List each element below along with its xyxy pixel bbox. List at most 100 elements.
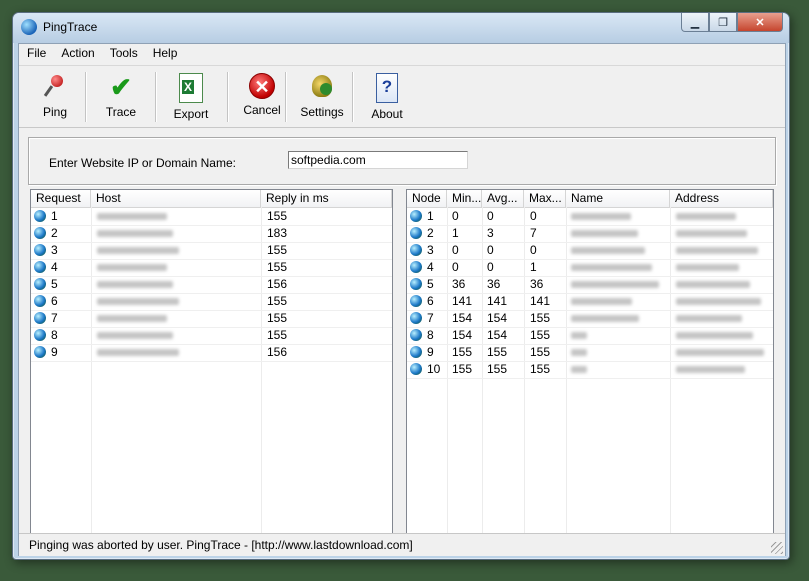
redacted-host: [97, 315, 167, 322]
ping-table-row[interactable]: 1 155: [31, 208, 392, 226]
redacted-host: [97, 349, 179, 356]
trace-table-row[interactable]: 8 154 154 155: [407, 327, 773, 345]
avg-ms: 154: [487, 311, 508, 325]
target-input-panel: Enter Website IP or Domain Name:: [28, 137, 776, 185]
globe-icon: [410, 227, 422, 239]
trace-button[interactable]: ✔ Trace: [93, 67, 149, 125]
title-bar[interactable]: PingTrace ▁ ❐ ✕: [13, 13, 789, 43]
redacted-name: [571, 315, 639, 322]
trace-table-row[interactable]: 9 155 155 155: [407, 344, 773, 362]
ping-button[interactable]: Ping: [33, 67, 77, 125]
toolbar-separator: [352, 72, 354, 122]
node-number: 2: [427, 226, 434, 240]
ping-table-row[interactable]: 6 155: [31, 293, 392, 311]
trace-table-row[interactable]: 5 36 36 36: [407, 276, 773, 294]
menu-file[interactable]: File: [19, 44, 53, 64]
checkmark-icon: ✔: [110, 72, 132, 102]
excel-export-icon: [179, 73, 203, 103]
column-header-node[interactable]: Node: [407, 190, 447, 207]
column-header-request[interactable]: Request: [31, 190, 91, 207]
trace-table-row[interactable]: 10 155 155 155: [407, 361, 773, 379]
menu-tools[interactable]: Tools: [102, 44, 145, 64]
menu-action[interactable]: Action: [53, 44, 101, 64]
redacted-host: [97, 230, 173, 237]
ping-table-row[interactable]: 7 155: [31, 310, 392, 328]
reply-ms: 155: [267, 209, 288, 223]
redacted-name: [571, 298, 632, 305]
reply-ms: 156: [267, 345, 288, 359]
app-globe-icon: [21, 19, 37, 35]
trace-table-row[interactable]: 3 0 0 0: [407, 242, 773, 260]
globe-icon: [410, 329, 422, 341]
minimize-button[interactable]: ▁: [681, 13, 709, 32]
node-number: 8: [427, 328, 434, 342]
menu-help[interactable]: Help: [145, 44, 185, 64]
request-number: 3: [51, 243, 58, 257]
request-number: 5: [51, 277, 58, 291]
min-ms: 154: [452, 311, 473, 325]
settings-button-label: Settings: [300, 105, 344, 119]
request-number: 7: [51, 311, 58, 325]
request-number: 1: [51, 209, 58, 223]
settings-icon: [308, 73, 336, 101]
avg-ms: 155: [487, 345, 508, 359]
help-question-icon: ?: [376, 73, 398, 103]
column-header-host[interactable]: Host: [91, 190, 261, 207]
redacted-address: [676, 315, 742, 322]
toolbar-separator: [155, 72, 157, 122]
export-button[interactable]: Export: [162, 67, 220, 125]
ping-table-row[interactable]: 8 155: [31, 327, 392, 345]
close-button[interactable]: ✕: [737, 13, 783, 32]
trace-table-row[interactable]: 7 154 154 155: [407, 310, 773, 328]
ping-table-row[interactable]: 3 155: [31, 242, 392, 260]
redacted-host: [97, 281, 173, 288]
settings-button[interactable]: Settings: [291, 67, 353, 125]
redacted-name: [571, 230, 638, 237]
ping-results-list[interactable]: Request Host Reply in ms 1 155 2 183 3 155 4 15…: [30, 189, 393, 538]
cancel-button[interactable]: ✕ Cancel: [233, 67, 291, 125]
maximize-button[interactable]: ❐: [709, 13, 737, 32]
redacted-host: [97, 298, 179, 305]
redacted-name: [571, 264, 652, 271]
trace-table-row[interactable]: 1 0 0 0: [407, 208, 773, 226]
window-controls: ▁ ❐ ✕: [681, 13, 783, 33]
reply-ms: 155: [267, 294, 288, 308]
column-header-reply[interactable]: Reply in ms: [261, 190, 392, 207]
reply-ms: 155: [267, 243, 288, 257]
target-host-input[interactable]: [288, 151, 468, 169]
window-title: PingTrace: [43, 20, 98, 34]
request-number: 6: [51, 294, 58, 308]
export-button-label: Export: [173, 107, 209, 121]
about-button[interactable]: ? About: [358, 67, 416, 125]
node-number: 7: [427, 311, 434, 325]
redacted-address: [676, 298, 761, 305]
ping-table-row[interactable]: 4 155: [31, 259, 392, 277]
trace-table-row[interactable]: 6 141 141 141: [407, 293, 773, 311]
ping-table-row[interactable]: 9 156: [31, 344, 392, 362]
column-header-avg[interactable]: Avg...: [482, 190, 524, 207]
redacted-address: [676, 230, 747, 237]
pushpin-icon: [41, 73, 69, 101]
trace-results-list[interactable]: Node Min... Avg... Max... Name Address 1…: [406, 189, 774, 538]
max-ms: 155: [530, 362, 551, 376]
ping-table-row[interactable]: 5 156: [31, 276, 392, 294]
cancel-icon: ✕: [249, 73, 275, 99]
max-ms: 155: [530, 328, 551, 342]
column-header-name[interactable]: Name: [566, 190, 670, 207]
column-header-max[interactable]: Max...: [524, 190, 566, 207]
globe-icon: [34, 329, 46, 341]
node-number: 9: [427, 345, 434, 359]
max-ms: 155: [530, 345, 551, 359]
redacted-name: [571, 213, 631, 220]
toolbar-separator: [227, 72, 229, 122]
resize-grip[interactable]: [771, 542, 783, 554]
max-ms: 141: [530, 294, 551, 308]
ping-table-row[interactable]: 2 183: [31, 225, 392, 243]
trace-table-row[interactable]: 2 1 3 7: [407, 225, 773, 243]
trace-table-row[interactable]: 4 0 0 1: [407, 259, 773, 277]
min-ms: 36: [452, 277, 466, 291]
max-ms: 0: [530, 209, 537, 223]
cancel-button-label: Cancel: [243, 103, 281, 117]
column-header-address[interactable]: Address: [670, 190, 773, 207]
column-header-min[interactable]: Min...: [447, 190, 482, 207]
